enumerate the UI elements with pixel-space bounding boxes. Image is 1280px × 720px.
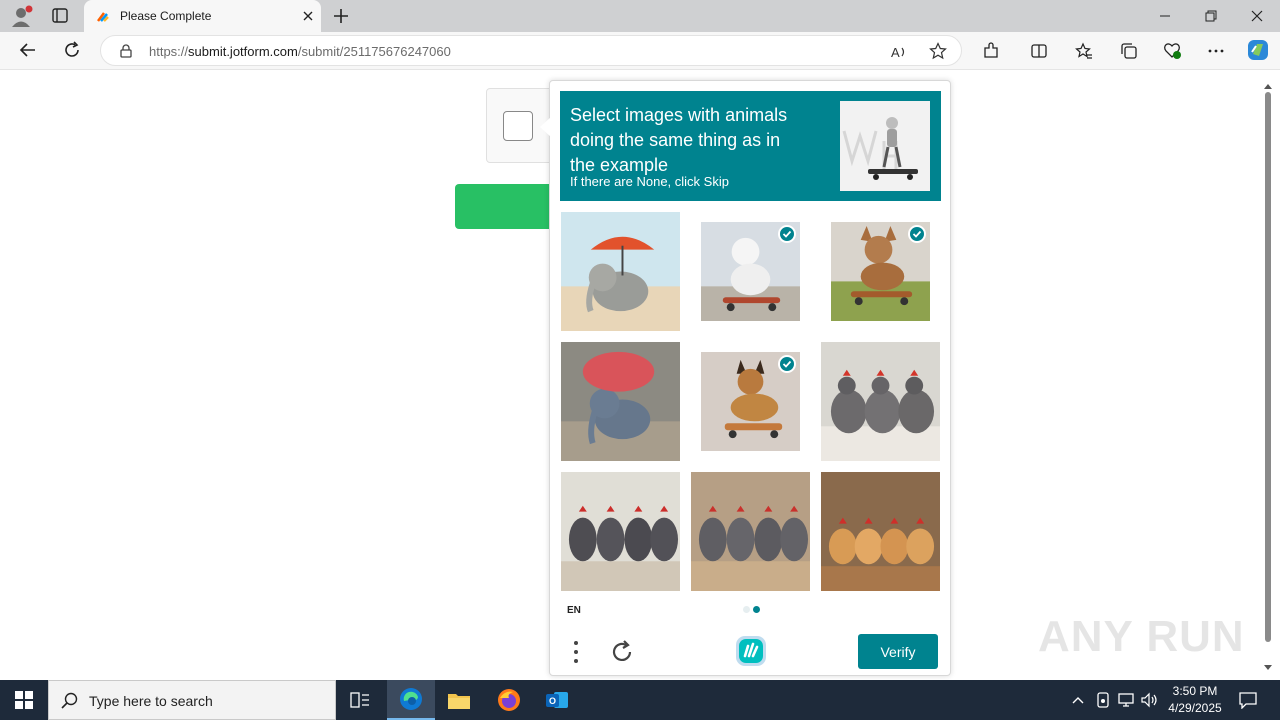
tab-please-complete[interactable]: Please Complete — [84, 0, 321, 32]
new-tab-icon[interactable] — [330, 6, 352, 26]
submit-button[interactable] — [455, 184, 555, 229]
url-text[interactable]: https://submit.jotform.com/submit/251175… — [149, 44, 451, 59]
split-screen-icon[interactable] — [1025, 37, 1053, 65]
edge-taskbar-icon[interactable] — [387, 680, 435, 720]
notifications-icon[interactable] — [1238, 691, 1258, 710]
taskbar: Type here to search O 3:50 PM 4/29/2025 — [0, 680, 1280, 720]
favorites-icon[interactable] — [1070, 37, 1098, 65]
lock-icon[interactable] — [119, 44, 133, 58]
selected-check-icon — [778, 355, 796, 373]
browser-essentials-icon[interactable] — [1158, 37, 1186, 65]
prompt-text: Select images with animals doing the sam… — [570, 105, 788, 175]
show-hidden-icons-icon[interactable] — [1070, 692, 1086, 708]
refresh-challenge-icon[interactable] — [608, 638, 636, 666]
watermark-text: ANY RUN — [1038, 612, 1245, 661]
image-tile[interactable] — [821, 472, 940, 591]
outlook-icon[interactable]: O — [533, 680, 581, 720]
image-tile[interactable] — [701, 352, 800, 451]
image-tile[interactable] — [701, 222, 800, 321]
clock-time[interactable]: 3:50 PM — [1160, 684, 1230, 698]
favorite-star-icon[interactable] — [929, 42, 947, 60]
network-icon[interactable] — [1117, 691, 1135, 709]
page-scrollbar[interactable] — [1262, 76, 1274, 672]
dialog-pointer-icon — [540, 117, 551, 137]
captcha-checkbox[interactable] — [503, 111, 533, 141]
image-tile[interactable] — [691, 472, 810, 591]
navigation-bar: https://submit.jotform.com/submit/251175… — [0, 32, 1280, 70]
jotform-favicon-icon — [96, 9, 110, 23]
search-icon — [61, 692, 79, 710]
extensions-icon[interactable] — [977, 37, 1005, 65]
image-tile[interactable] — [831, 222, 930, 321]
image-tile[interactable] — [561, 472, 680, 591]
captcha-challenge-dialog: Select images with animals doing the sam… — [540, 80, 951, 676]
title-bar: Please Complete — [0, 0, 1280, 32]
tab-title: Please Complete — [120, 9, 212, 23]
scrollbar-thumb[interactable] — [1265, 92, 1271, 642]
image-tile[interactable] — [821, 342, 940, 461]
close-tab-icon[interactable] — [300, 8, 316, 24]
challenge-prompt: Select images with animals doing the sam… — [560, 91, 941, 201]
language-selector[interactable]: EN — [567, 605, 581, 616]
selected-check-icon — [778, 225, 796, 243]
svg-text:A: A — [891, 45, 900, 60]
start-windows-icon[interactable] — [0, 680, 48, 720]
clock-date[interactable]: 4/29/2025 — [1160, 701, 1230, 715]
image-tile[interactable] — [561, 342, 680, 461]
volume-icon[interactable] — [1140, 691, 1158, 709]
profile-icon[interactable] — [8, 4, 34, 28]
menu-icon[interactable] — [568, 638, 584, 666]
scroll-up-icon[interactable] — [1264, 78, 1272, 89]
restore-icon[interactable] — [1188, 0, 1234, 32]
selected-check-icon — [908, 225, 926, 243]
example-image — [840, 101, 930, 191]
prompt-subtext: If there are None, click Skip — [570, 174, 729, 189]
copilot-icon[interactable] — [1244, 36, 1272, 64]
refresh-icon[interactable] — [58, 36, 86, 64]
page-dot-2[interactable] — [753, 606, 760, 613]
address-bar[interactable]: https://submit.jotform.com/submit/251175… — [100, 35, 962, 66]
file-explorer-icon[interactable] — [435, 680, 483, 720]
svg-text:O: O — [549, 696, 556, 706]
device-icon[interactable] — [1094, 691, 1112, 709]
collections-icon[interactable] — [1115, 37, 1143, 65]
page-dot-1[interactable] — [743, 606, 750, 613]
task-view-icon[interactable] — [336, 680, 384, 720]
hcaptcha-logo-icon — [734, 634, 768, 668]
back-icon[interactable] — [14, 36, 42, 64]
verify-button[interactable]: Verify — [858, 634, 938, 669]
search-placeholder: Type here to search — [89, 693, 213, 709]
close-window-icon[interactable] — [1234, 0, 1280, 32]
firefox-icon[interactable] — [485, 680, 533, 720]
more-options-icon[interactable] — [1202, 37, 1230, 65]
tab-actions-icon[interactable] — [48, 6, 72, 26]
read-aloud-icon[interactable]: A — [889, 43, 907, 61]
taskbar-search-box[interactable]: Type here to search — [48, 680, 336, 720]
scroll-down-icon[interactable] — [1264, 660, 1272, 670]
minimize-icon[interactable] — [1142, 0, 1188, 32]
image-tile[interactable] — [561, 212, 680, 331]
